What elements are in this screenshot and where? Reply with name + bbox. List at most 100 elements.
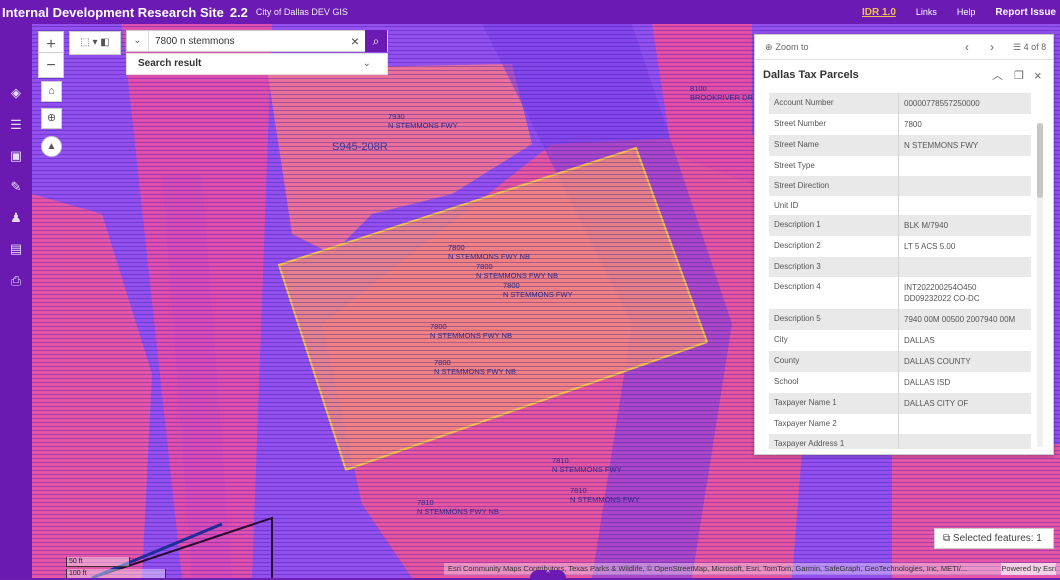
attribute-row: Taxpayer Address 1	[769, 433, 1031, 449]
attribute-key: County	[769, 351, 899, 373]
links-link[interactable]: Links	[916, 7, 937, 17]
attribute-key: Taxpayer Name 1	[769, 393, 899, 415]
print-icon[interactable]: ⎙	[7, 272, 25, 290]
attribute-key: Description 3	[769, 257, 899, 278]
scale-bar-ft100: 100 ft	[66, 569, 166, 578]
attribute-value: LT 5 ACS 5.00	[904, 242, 956, 252]
attribute-row: Street Number 7800	[769, 114, 1031, 135]
app-subtitle: City of Dallas DEV GIS	[255, 7, 348, 17]
locate-button[interactable]: ⊕	[41, 108, 62, 129]
scale-bar-ft50: 50 ft	[66, 557, 130, 567]
feature-popup: ⊕ Zoom to ‹ › ☰ 4 of 8 Dallas Tax Parcel…	[754, 34, 1054, 455]
idr-link[interactable]: IDR 1.0	[862, 7, 896, 18]
attribute-key: Account Number	[769, 93, 899, 114]
compass-icon: ▲	[46, 141, 57, 152]
attribute-row: Street Direction	[769, 175, 1031, 196]
next-feature-button[interactable]: ›	[990, 40, 994, 54]
attribute-row: Description 1 BLK M/7940	[769, 215, 1031, 237]
help-link[interactable]: Help	[957, 7, 976, 17]
attribute-value	[899, 196, 1031, 216]
attribute-value: INT202200254O450 DD09232022 CO-DC	[904, 283, 980, 304]
draw-icon[interactable]: ✎	[7, 178, 25, 196]
select-tool-button[interactable]: ⬚ ▾ ◧	[69, 31, 121, 55]
search-result-label: Search result	[138, 58, 202, 69]
attribute-value	[899, 434, 1031, 449]
attribute-value: DALLAS	[904, 336, 935, 346]
attribute-row: Description 3	[769, 257, 1031, 278]
attribute-value: BLK M/7940	[904, 221, 949, 231]
search-button[interactable]: ⌕	[365, 30, 387, 52]
attribute-value	[899, 414, 1031, 434]
attribute-table: Account Number 00000778557250000 Street Nu…	[769, 93, 1031, 449]
attribute-key: Description 5	[769, 309, 899, 331]
popup-scrollbar[interactable]	[1037, 123, 1043, 447]
attribute-row: Unit ID	[769, 195, 1031, 216]
attribute-key: Street Number	[769, 114, 899, 135]
attribute-row: County DALLAS COUNTY	[769, 351, 1031, 373]
sidebar: ◈ ☰ ▣ ✎ ♟ ▤ ⎙	[0, 24, 32, 578]
zoom-to-button[interactable]: Zoom to	[776, 42, 809, 52]
bookmark-icon[interactable]: ▣	[7, 147, 25, 165]
attribute-value: DALLAS COUNTY	[904, 357, 971, 367]
attribute-value: 00000778557250000	[904, 99, 980, 108]
attribute-key: Taxpayer Address 1	[769, 433, 899, 449]
attribute-row: Taxpayer Name 2	[769, 414, 1031, 434]
map-label: 7800 N STEMMONS FWY NB	[430, 322, 512, 340]
dock-icon[interactable]: ❐	[1014, 69, 1024, 82]
home-button[interactable]: ⌂	[41, 81, 62, 102]
attribute-row: Taxpayer Name 1 DALLAS CITY OF	[769, 393, 1031, 415]
app-title: Internal Development Research Site	[2, 4, 224, 20]
search-widget: ⌄ 7800 n stemmons × ⌕	[126, 30, 388, 52]
prev-feature-button[interactable]: ‹	[965, 40, 969, 54]
map-label: S945-208R	[332, 141, 388, 153]
list-icon[interactable]: ☰	[7, 116, 25, 134]
attribute-row: Description 5 7940 00M 00500 2007940 00M	[769, 309, 1031, 331]
attribute-row: Street Type	[769, 156, 1031, 176]
table-icon[interactable]: ▤	[7, 240, 25, 258]
map-label: 7800 N STEMMONS FWY	[503, 281, 573, 299]
app-header: Internal Development Research Site 2.2 C…	[0, 0, 1060, 24]
powered-by-esri[interactable]: Powered by Esri	[1001, 563, 1056, 575]
map-label: 8100 BROOKRIVER DR	[690, 84, 753, 102]
attribute-row: Street Name N STEMMONS FWY	[769, 135, 1031, 156]
clear-search-icon[interactable]: ×	[345, 33, 365, 49]
attribute-key: Street Type	[769, 156, 899, 176]
attribute-value	[899, 176, 1031, 196]
feature-list-button[interactable]: ☰ 4 of 8	[1013, 42, 1046, 53]
selected-features-label: Selected features: 1	[952, 533, 1042, 544]
attribute-value: DALLAS CITY OF	[904, 399, 969, 409]
scrollbar-thumb[interactable]	[1037, 123, 1043, 198]
attribute-row: City DALLAS	[769, 330, 1031, 352]
selection-icon: ⧉	[943, 533, 953, 544]
collapse-icon[interactable]: ︿	[992, 67, 1003, 83]
map-label: 7930 N STEMMONS FWY	[388, 112, 458, 130]
selected-features-button[interactable]: ⧉ Selected features: 1	[934, 528, 1054, 549]
popup-title: Dallas Tax Parcels	[763, 69, 859, 81]
close-icon[interactable]: ×	[1034, 68, 1042, 83]
zoom-out-button[interactable]: −	[38, 52, 64, 78]
expand-panel-button[interactable]: ^	[530, 570, 566, 580]
search-input[interactable]: 7800 n stemmons	[149, 36, 345, 47]
attribute-key: City	[769, 330, 899, 352]
attribute-key: Description 2	[769, 236, 899, 258]
attribute-key: Taxpayer Name 2	[769, 414, 899, 434]
select-icon: ⬚ ▾ ◧	[80, 37, 110, 48]
report-issue-link[interactable]: Report Issue	[995, 7, 1056, 18]
search-result-dropdown[interactable]: Search result ⌄	[126, 53, 388, 75]
locate-icon: ⊕	[46, 112, 57, 124]
map-label: 7810 N STEMMONS FWY	[552, 456, 622, 474]
person-icon[interactable]: ♟	[7, 209, 25, 227]
compass-button[interactable]: ▲	[41, 136, 62, 157]
layers-icon[interactable]: ◈	[7, 84, 25, 102]
search-icon: ⌕	[372, 34, 380, 48]
attribute-value	[899, 257, 1031, 277]
home-icon: ⌂	[48, 85, 55, 97]
attribute-value: N STEMMONS FWY	[904, 141, 979, 150]
attribution-text: Esri Community Maps Contributors, Texas …	[448, 564, 968, 573]
attribute-key: Description 4	[769, 277, 899, 310]
attribute-key: Unit ID	[769, 195, 899, 216]
map-label: 7810 N STEMMONS FWY NB	[417, 498, 499, 516]
zoom-to-icon: ⊕	[765, 41, 773, 52]
attribute-value	[899, 156, 1031, 176]
search-source-dropdown[interactable]: ⌄	[127, 31, 149, 51]
